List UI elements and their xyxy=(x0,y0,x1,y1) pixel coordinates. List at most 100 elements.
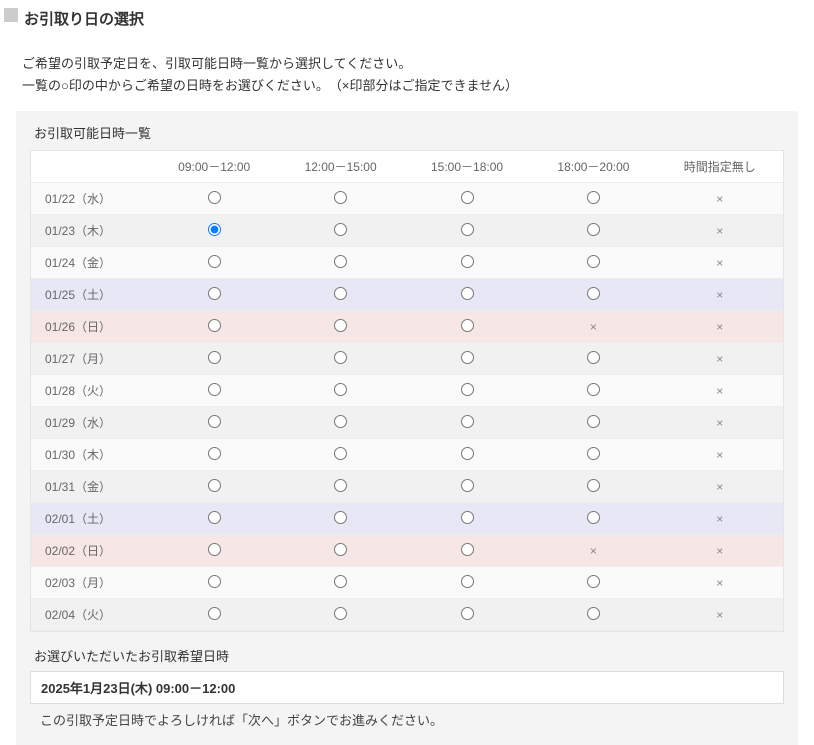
slot-radio[interactable] xyxy=(334,479,347,495)
slot-cell: × xyxy=(657,343,783,375)
slot-radio[interactable] xyxy=(587,287,600,303)
selected-note: この引取予定日時でよろしければ「次へ」ボタンでお進みください。 xyxy=(30,710,784,729)
x-mark-icon: × xyxy=(716,192,723,206)
slot-cell xyxy=(404,183,530,215)
slot-radio[interactable] xyxy=(334,351,347,367)
slot-radio[interactable] xyxy=(208,351,221,367)
slot-radio[interactable] xyxy=(334,575,347,591)
date-cell: 01/29（水） xyxy=(31,407,151,439)
slot-radio[interactable] xyxy=(587,351,600,367)
description-line: 一覧の○印の中からご希望の日時をお選びください。 （×印部分はご指定できません） xyxy=(22,75,792,97)
date-cell: 02/02（日） xyxy=(31,535,151,567)
slot-radio[interactable] xyxy=(208,543,221,559)
x-mark-icon: × xyxy=(716,608,723,622)
slot-cell xyxy=(277,567,403,599)
slot-radio[interactable] xyxy=(461,383,474,399)
slot-radio[interactable] xyxy=(587,415,600,431)
slot-cell: × xyxy=(657,599,783,631)
slot-cell xyxy=(530,407,656,439)
slot-radio[interactable] xyxy=(208,255,221,271)
table-row: 01/31（金）× xyxy=(31,471,783,503)
slot-cell xyxy=(404,279,530,311)
date-cell: 01/28（火） xyxy=(31,375,151,407)
table-row: 01/28（火）× xyxy=(31,375,783,407)
x-mark-icon: × xyxy=(716,416,723,430)
slot-radio[interactable] xyxy=(208,383,221,399)
slot-radio[interactable] xyxy=(461,223,474,239)
slot-radio[interactable] xyxy=(334,319,347,335)
slot-radio[interactable] xyxy=(208,319,221,335)
slot-cell xyxy=(404,343,530,375)
table-row: 01/23（木）× xyxy=(31,215,783,247)
slot-radio[interactable] xyxy=(587,383,600,399)
slot-cell xyxy=(277,471,403,503)
slot-radio[interactable] xyxy=(334,255,347,271)
slot-cell xyxy=(151,375,277,407)
slot-radio[interactable] xyxy=(461,319,474,335)
slot-radio[interactable] xyxy=(587,607,600,623)
col-date xyxy=(31,151,151,183)
slot-radio[interactable] xyxy=(208,223,221,239)
slot-cell xyxy=(404,503,530,535)
slot-cell: × xyxy=(657,247,783,279)
slot-cell: × xyxy=(657,407,783,439)
slot-cell xyxy=(530,439,656,471)
slot-cell xyxy=(277,183,403,215)
slot-radio[interactable] xyxy=(208,191,221,207)
slot-radio[interactable] xyxy=(587,511,600,527)
slot-radio[interactable] xyxy=(334,191,347,207)
slot-cell xyxy=(530,247,656,279)
slot-radio[interactable] xyxy=(208,479,221,495)
slot-radio[interactable] xyxy=(334,447,347,463)
slot-radio[interactable] xyxy=(461,415,474,431)
col-timeslot: 時間指定無し xyxy=(657,151,783,183)
slot-radio[interactable] xyxy=(461,351,474,367)
col-timeslot: 12:00－15:00 xyxy=(277,151,403,183)
table-row: 01/25（土）× xyxy=(31,279,783,311)
slot-radio[interactable] xyxy=(208,511,221,527)
slot-cell: × xyxy=(657,311,783,343)
slot-radio[interactable] xyxy=(208,415,221,431)
slot-radio[interactable] xyxy=(461,447,474,463)
slot-radio[interactable] xyxy=(587,447,600,463)
slot-radio[interactable] xyxy=(461,479,474,495)
slot-radio[interactable] xyxy=(587,479,600,495)
slot-cell xyxy=(530,343,656,375)
date-cell: 01/22（水） xyxy=(31,183,151,215)
slot-radio[interactable] xyxy=(461,255,474,271)
slot-cell xyxy=(277,215,403,247)
slot-cell: × xyxy=(657,279,783,311)
slot-cell xyxy=(530,215,656,247)
slot-cell xyxy=(151,599,277,631)
slot-cell xyxy=(277,503,403,535)
slot-cell xyxy=(277,375,403,407)
slot-cell xyxy=(277,279,403,311)
x-mark-icon: × xyxy=(716,544,723,558)
slot-radio[interactable] xyxy=(461,287,474,303)
slot-radio[interactable] xyxy=(334,287,347,303)
slot-radio[interactable] xyxy=(208,447,221,463)
slot-radio[interactable] xyxy=(587,255,600,271)
slot-radio[interactable] xyxy=(587,191,600,207)
slot-radio[interactable] xyxy=(334,383,347,399)
slot-radio[interactable] xyxy=(461,543,474,559)
slot-radio[interactable] xyxy=(208,287,221,303)
slot-radio[interactable] xyxy=(461,191,474,207)
slot-radio[interactable] xyxy=(208,575,221,591)
slot-radio[interactable] xyxy=(208,607,221,623)
slot-radio[interactable] xyxy=(461,607,474,623)
slot-radio[interactable] xyxy=(334,223,347,239)
slot-radio[interactable] xyxy=(334,607,347,623)
slot-radio[interactable] xyxy=(334,543,347,559)
slot-cell xyxy=(151,439,277,471)
slot-radio[interactable] xyxy=(587,223,600,239)
col-timeslot: 18:00－20:00 xyxy=(530,151,656,183)
slot-radio[interactable] xyxy=(461,511,474,527)
slot-radio[interactable] xyxy=(334,511,347,527)
slot-cell xyxy=(151,407,277,439)
slot-radio[interactable] xyxy=(334,415,347,431)
slot-radio[interactable] xyxy=(461,575,474,591)
x-mark-icon: × xyxy=(716,224,723,238)
slot-radio[interactable] xyxy=(587,575,600,591)
slot-cell xyxy=(404,215,530,247)
